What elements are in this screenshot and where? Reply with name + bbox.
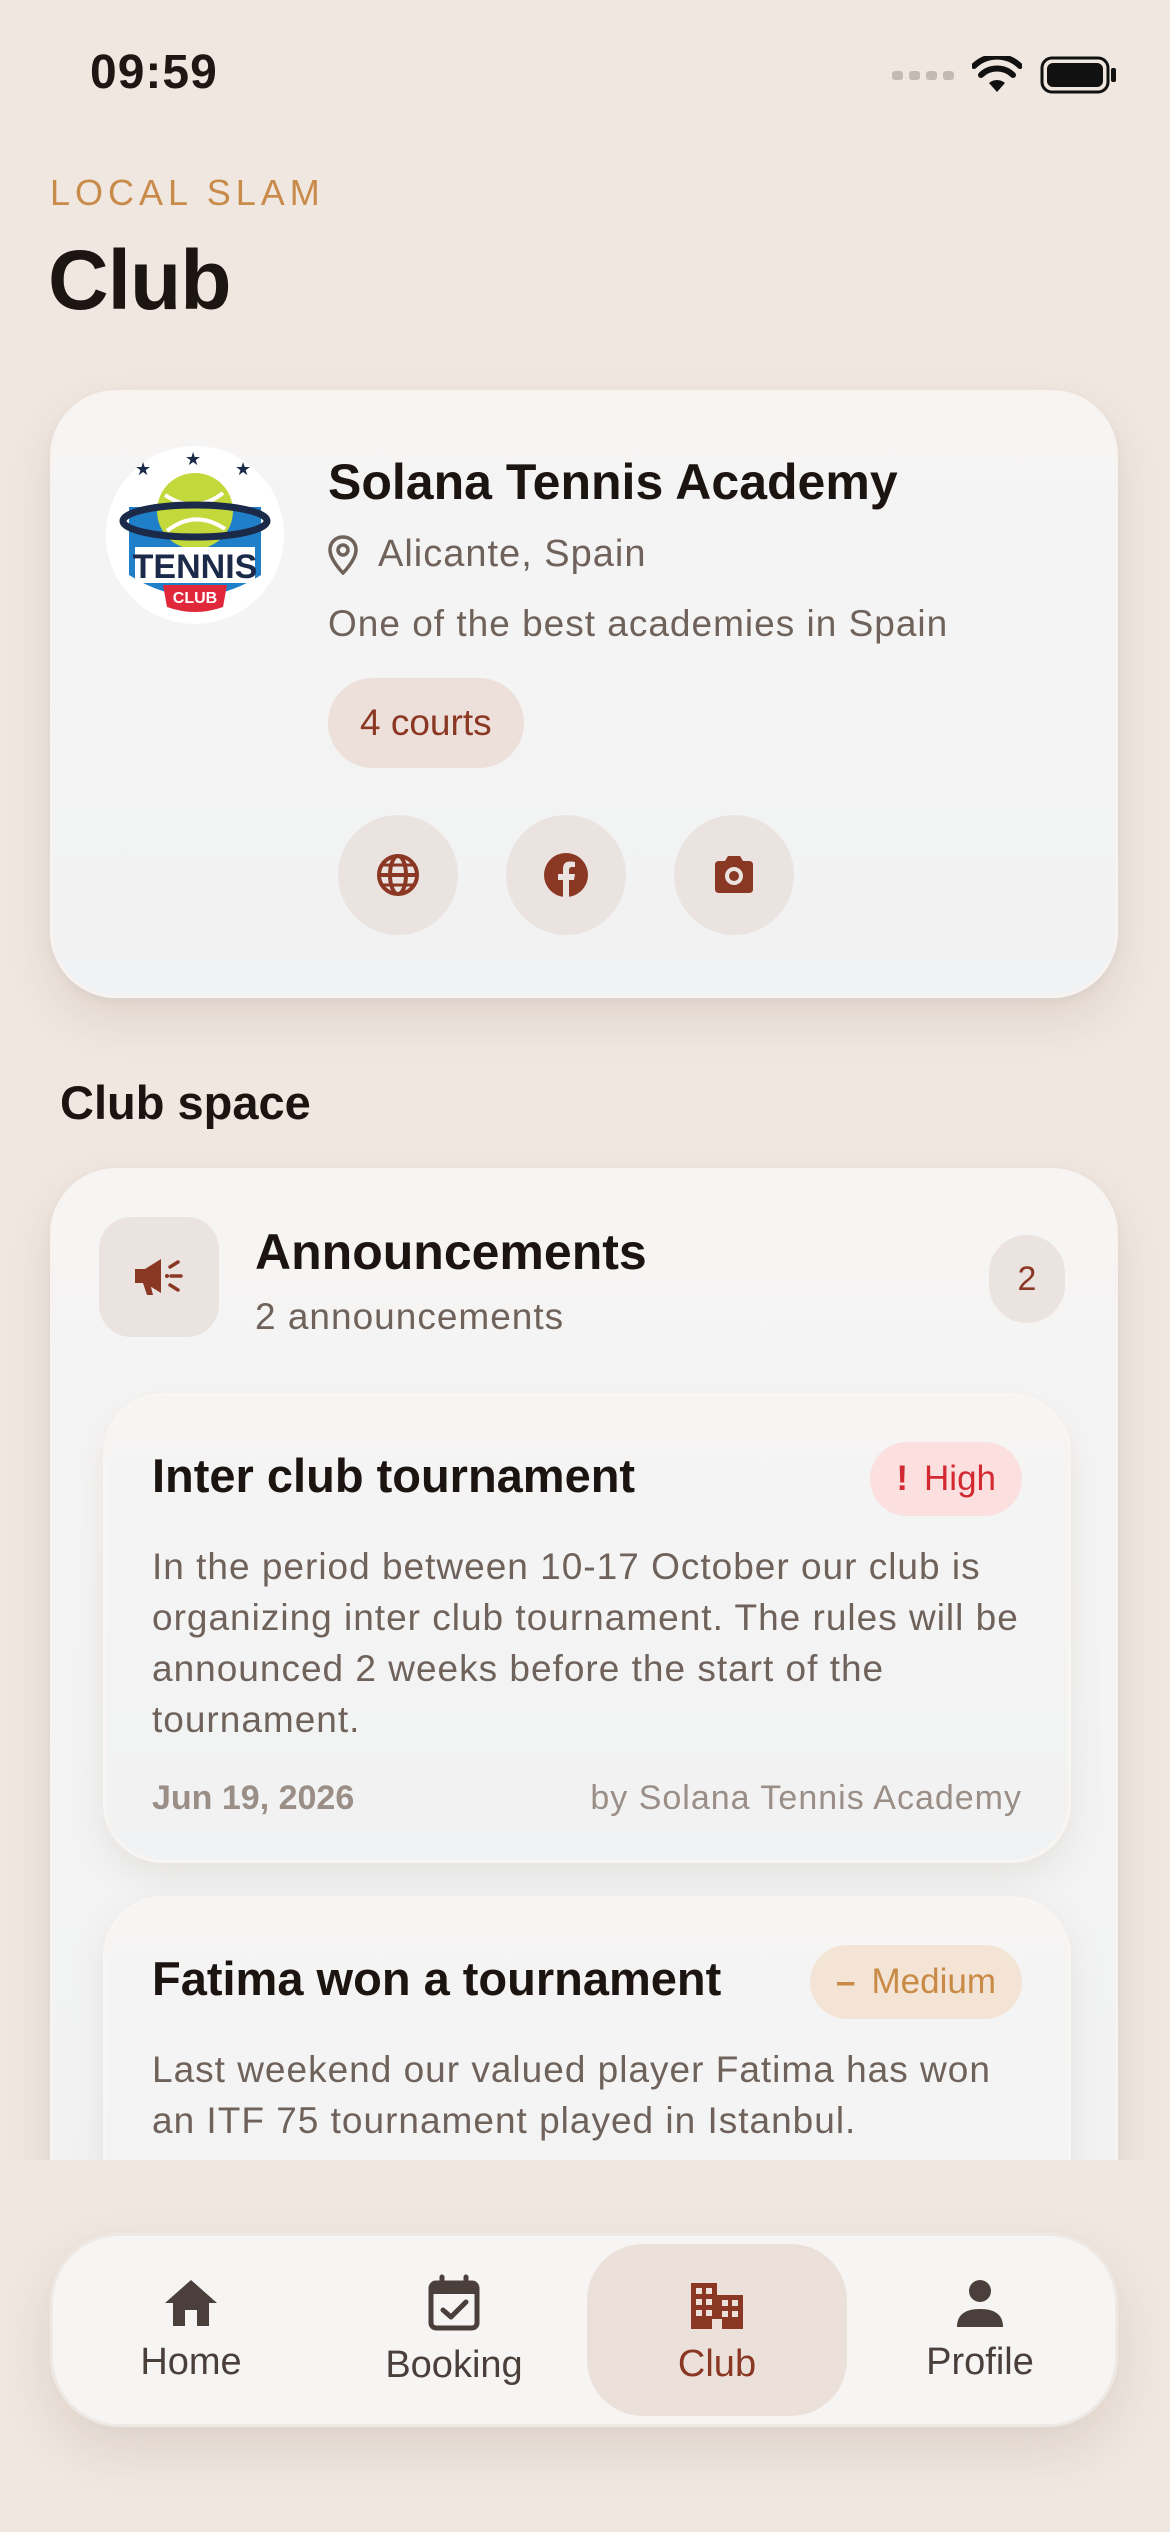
priority-badge-high: ! High (870, 1442, 1022, 1516)
announcement-body: Last weekend our valued player Fatima ha… (152, 2049, 991, 2141)
facebook-icon (544, 853, 588, 897)
announcement-item[interactable]: Inter club tournament ! High In the peri… (103, 1393, 1071, 1863)
announcement-body: In the period between 10-17 October our … (152, 1546, 1019, 1740)
status-icons (892, 52, 1118, 98)
nav-label-booking: Booking (385, 2343, 523, 2386)
announcements-subtitle: 2 announcements (255, 1296, 565, 1337)
wifi-icon (972, 56, 1022, 92)
facebook-button[interactable] (506, 815, 626, 935)
announcement-title: Fatima won a tournament (152, 1952, 722, 2005)
announcements-title: Announcements (255, 1224, 647, 1280)
svg-text:★: ★ (185, 449, 201, 470)
priority-medium-icon: – (836, 1962, 856, 2001)
building-icon (691, 2282, 743, 2329)
club-description: One of the best academies in Spain (328, 603, 949, 644)
nav-item-profile[interactable]: Profile (850, 2244, 1110, 2416)
nav-item-club[interactable]: Club (587, 2244, 847, 2416)
scroll-area[interactable]: Announcements 2 announcements 2 Inter cl… (0, 1150, 1170, 2160)
person-icon (957, 2279, 1003, 2327)
page-kicker: LOCAL SLAM (50, 172, 325, 213)
instagram-button[interactable] (674, 815, 794, 935)
club-name: Solana Tennis Academy (328, 454, 898, 510)
announcements-count-badge: 2 (989, 1235, 1065, 1323)
priority-badge-medium: – Medium (810, 1945, 1022, 2019)
battery-icon (1040, 56, 1116, 94)
nav-label-profile: Profile (926, 2340, 1034, 2383)
announcement-title: Inter club tournament (152, 1449, 636, 1502)
announcements-icon-box (99, 1217, 219, 1337)
club-logo-text: TENNIS (133, 548, 258, 586)
home-icon (165, 2279, 217, 2326)
location-pin-icon (328, 534, 358, 575)
social-links (338, 815, 794, 935)
website-button[interactable] (338, 815, 458, 935)
globe-icon (377, 854, 419, 896)
megaphone-icon (135, 1259, 183, 1295)
club-location: Alicante, Spain (328, 533, 647, 576)
announcement-item[interactable]: Fatima won a tournament – Medium Last we… (103, 1896, 1071, 2160)
club-logo: ★ ★ ★ TENNIS CLUB (106, 446, 284, 624)
club-info-card: ★ ★ ★ TENNIS CLUB Solana Tennis Academy … (50, 390, 1118, 998)
status-bar: 09:59 (0, 0, 1170, 150)
calendar-icon (428, 2274, 480, 2330)
club-logo-subtext: CLUB (173, 590, 217, 607)
cellular-signal-icon (892, 70, 954, 80)
announcement-date: Jun 19, 2026 (152, 1779, 355, 1817)
priority-high-icon: ! (896, 1459, 909, 1498)
priority-label: Medium (871, 1962, 996, 2001)
bottom-navigation: Home Booking Club Profile (50, 2233, 1118, 2427)
nav-item-home[interactable]: Home (61, 2244, 321, 2416)
page-title: Club (48, 233, 232, 327)
svg-text:★: ★ (135, 459, 151, 480)
courts-badge: 4 courts (328, 678, 524, 768)
nav-label-club: Club (677, 2342, 757, 2385)
svg-text:★: ★ (235, 459, 251, 480)
camera-icon (715, 856, 753, 893)
announcement-author: by Solana Tennis Academy (590, 1779, 1022, 1817)
priority-label: High (924, 1459, 996, 1498)
nav-item-booking[interactable]: Booking (324, 2244, 584, 2416)
section-title-club-space: Club space (60, 1076, 311, 1129)
club-location-text: Alicante, Spain (378, 533, 647, 575)
announcements-card: Announcements 2 announcements 2 Inter cl… (50, 1168, 1118, 2160)
nav-label-home: Home (140, 2340, 242, 2383)
status-time: 09:59 (90, 46, 218, 99)
